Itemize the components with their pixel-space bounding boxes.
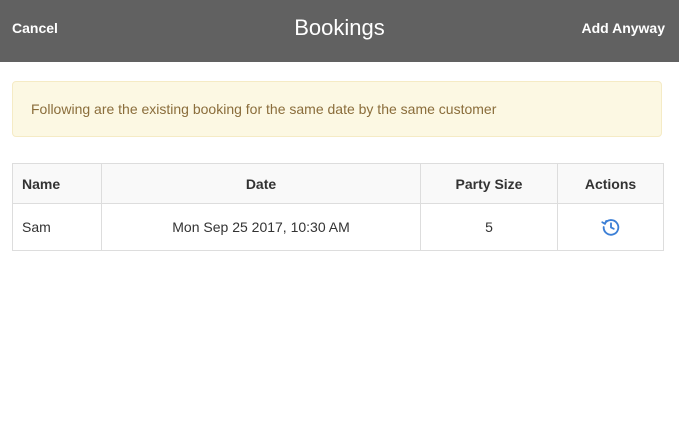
- column-header-name: Name: [12, 163, 102, 204]
- cell-name: Sam: [12, 203, 102, 251]
- add-anyway-button[interactable]: Add Anyway: [582, 0, 666, 56]
- cell-party-size: 5: [420, 203, 558, 251]
- warning-alert: Following are the existing booking for t…: [12, 81, 662, 137]
- cell-date: Mon Sep 25 2017, 10:30 AM: [101, 203, 421, 251]
- column-header-party-size: Party Size: [420, 163, 558, 204]
- page-title: Bookings: [294, 15, 385, 40]
- header-bar: Cancel Bookings Add Anyway: [0, 0, 679, 62]
- bookings-table: Name Date Party Size Actions Sam Mon Sep…: [12, 163, 664, 251]
- table-header-row: Name Date Party Size Actions: [12, 163, 664, 204]
- column-header-actions: Actions: [557, 163, 664, 204]
- cell-actions: [557, 203, 664, 251]
- table-row: Sam Mon Sep 25 2017, 10:30 AM 5: [12, 203, 664, 251]
- restore-icon[interactable]: [600, 216, 622, 238]
- column-header-date: Date: [101, 163, 421, 204]
